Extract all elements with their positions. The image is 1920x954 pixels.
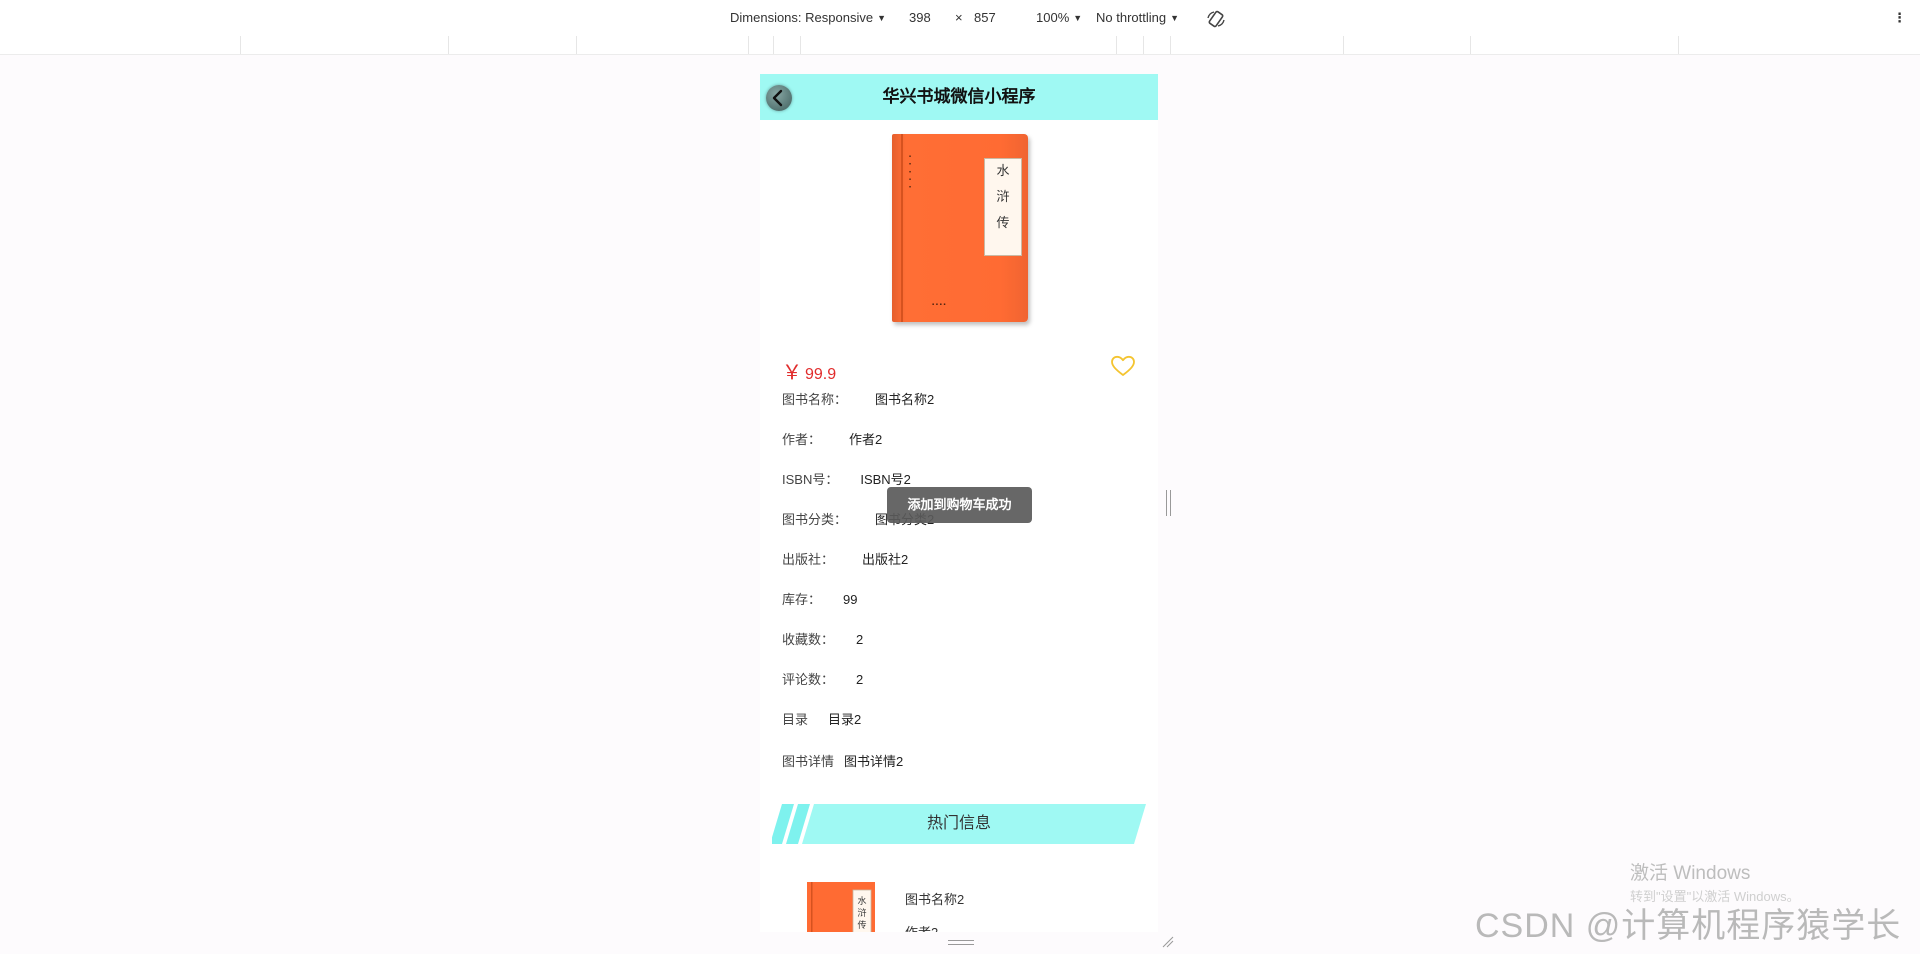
- detail-value: 图书详情2: [844, 754, 904, 769]
- phone-viewport: 华兴书城微信小程序 ▪ ▪ ▪ ▪ ▪ 水 浒 传 ▪ ▪ ▪ ▪ ￥ 99.9 …: [760, 74, 1158, 932]
- price: ￥ 99.9: [782, 356, 836, 385]
- price-value: 99.9: [805, 366, 837, 383]
- detail-key: 作者：: [782, 432, 822, 447]
- resize-handle-right[interactable]: [1166, 490, 1172, 516]
- media-query-ruler: [0, 36, 1920, 55]
- resize-corner-icon[interactable]: [1162, 936, 1174, 948]
- cover-title-label: 水 浒 传: [984, 158, 1022, 256]
- devtools-toolbar: Dimensions: Responsive ▼ 398 × 857 100% ▼ …: [0, 0, 1920, 37]
- csdn-watermark: CSDN @计算机程序猿学长: [1475, 907, 1902, 945]
- detail-key: 库存：: [782, 592, 822, 607]
- chevron-down-icon: ▼: [1170, 13, 1180, 23]
- detail-row-comments: 评论数： 2: [782, 670, 863, 690]
- detail-value: 目录2: [828, 712, 862, 727]
- detail-key: 出版社：: [782, 552, 835, 567]
- zoom-label: 100%: [1036, 10, 1070, 25]
- cover-publisher-mark: ▪ ▪ ▪ ▪: [932, 302, 946, 308]
- windows-activation-title: 激活 Windows: [1630, 863, 1751, 884]
- detail-value: 2: [856, 632, 864, 647]
- width-input[interactable]: 398: [909, 0, 931, 36]
- dimensions-label: Dimensions: Responsive: [730, 10, 874, 25]
- detail-value: 2: [856, 672, 864, 687]
- currency-symbol: ￥: [782, 362, 802, 384]
- chevron-left-icon: [772, 89, 783, 107]
- detail-value: ISBN号2: [860, 472, 911, 487]
- detail-key: 收藏数：: [782, 632, 835, 647]
- detail-key: 目录: [782, 712, 809, 727]
- detail-key: ISBN号：: [782, 472, 839, 487]
- book-cover: ▪ ▪ ▪ ▪ ▪ 水 浒 传 ▪ ▪ ▪ ▪: [892, 134, 1028, 322]
- chevron-down-icon: ▼: [1073, 13, 1083, 23]
- cover-char: 浒: [996, 190, 1010, 205]
- detail-row-stock: 库存： 99: [782, 590, 857, 610]
- more-options-icon[interactable]: ⋮: [1893, 0, 1906, 36]
- throttling-label: No throttling: [1096, 10, 1167, 25]
- zoom-dropdown[interactable]: 100% ▼: [1036, 0, 1082, 36]
- resize-handle-bottom[interactable]: [948, 940, 974, 946]
- detail-row-toc: 目录 目录2: [782, 710, 861, 730]
- page-title: 华兴书城微信小程序: [882, 87, 1036, 106]
- detail-value: 99: [843, 592, 858, 607]
- svg-text:传: 传: [857, 919, 866, 931]
- detail-row-publisher: 出版社： 出版社2: [782, 550, 908, 570]
- favorite-button[interactable]: [1110, 355, 1136, 382]
- hot-item-name[interactable]: 图书名称2: [905, 889, 964, 908]
- heart-icon: [1111, 355, 1135, 376]
- hot-item-author: 作者2: [905, 922, 938, 932]
- height-input[interactable]: 857: [974, 0, 996, 36]
- dimensions-dropdown[interactable]: Dimensions: Responsive ▼: [730, 0, 886, 36]
- detail-row-favorites: 收藏数： 2: [782, 630, 863, 650]
- toast-message: 添加到购物车成功: [887, 487, 1032, 523]
- detail-key: 图书分类：: [782, 512, 848, 527]
- detail-key: 评论数：: [782, 672, 835, 687]
- times-sign: ×: [955, 10, 963, 25]
- hot-section-title: 热门信息: [926, 815, 991, 832]
- cover-decoration: ▪ ▪ ▪ ▪ ▪: [907, 154, 913, 191]
- detail-row-title: 图书名称： 图书名称2: [782, 390, 934, 410]
- detail-value: 出版社2: [862, 552, 909, 567]
- detail-row-author: 作者： 作者2: [782, 430, 882, 450]
- back-button[interactable]: [766, 85, 792, 111]
- nav-bar: 华兴书城微信小程序: [760, 74, 1158, 120]
- detail-row-description: 图书详情 图书详情2: [782, 752, 903, 772]
- hot-item-cover[interactable]: 水 浒 传: [807, 882, 875, 932]
- detail-value: 作者2: [849, 432, 883, 447]
- cover-char: 水: [996, 164, 1010, 179]
- svg-text:浒: 浒: [857, 907, 866, 919]
- detail-value: 图书名称2: [875, 392, 935, 407]
- svg-text:水: 水: [857, 895, 866, 907]
- detail-key: 图书详情: [782, 754, 835, 769]
- rotate-icon[interactable]: [1206, 10, 1226, 28]
- cover-char: 传: [996, 216, 1010, 231]
- throttling-dropdown[interactable]: No throttling ▼: [1096, 0, 1179, 36]
- detail-key: 图书名称：: [782, 392, 848, 407]
- chevron-down-icon: ▼: [877, 13, 886, 23]
